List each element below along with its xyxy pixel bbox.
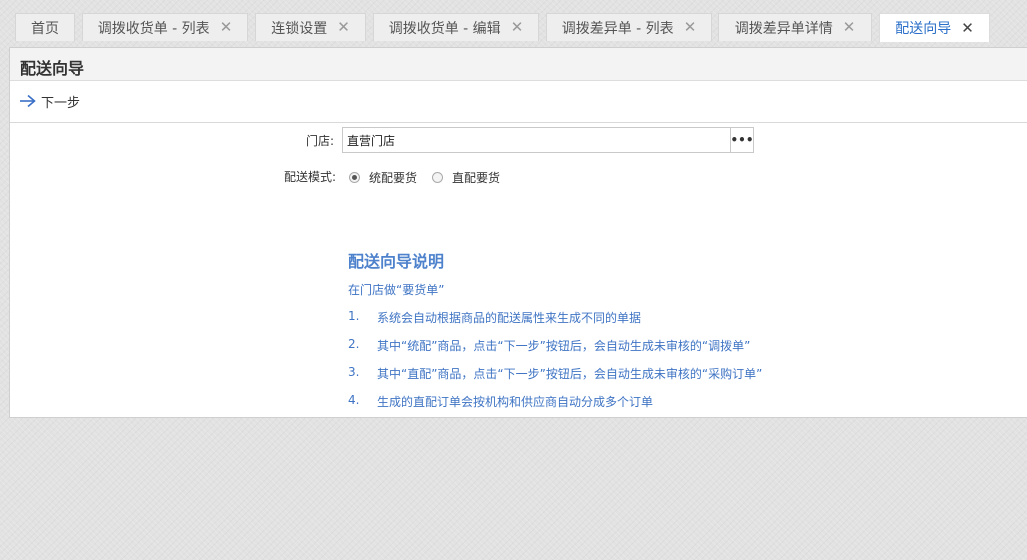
radio-label: 直配要货 [452, 171, 501, 185]
guide-item: 3. 其中“直配”商品，点击“下一步”按钮后，会自动生成未审核的“采购订单” [348, 365, 762, 382]
radio-unchecked-icon [432, 172, 443, 183]
guide-item-text: 其中“直配”商品，点击“下一步”按钮后，会自动生成未审核的“采购订单” [377, 367, 763, 381]
page-title: 配送向导 [20, 59, 85, 78]
tab-home[interactable]: 首页 [15, 13, 75, 41]
close-icon[interactable]: ✕ [843, 20, 856, 35]
radio-direct-delivery[interactable]: 直配要货 [432, 169, 500, 186]
store-label: 门店: [306, 134, 335, 148]
tab-delivery-wizard[interactable]: 配送向导 ✕ [879, 13, 990, 42]
tab-transfer-diff-list[interactable]: 调拨差异单 - 列表 ✕ [546, 13, 712, 41]
tab-label: 首页 [31, 20, 59, 37]
delivery-wizard-panel: 配送向导 下一步 门店: ••• 配送模式: 统配要货 直配要货 配送向导说明 … [9, 47, 1027, 418]
tab-transfer-receipt-edit[interactable]: 调拨收货单 - 编辑 ✕ [373, 13, 539, 41]
tab-label: 调拨收货单 - 编辑 [388, 20, 501, 37]
more-icon: ••• [730, 133, 754, 147]
guide-item-number: 2. [348, 337, 360, 351]
close-icon[interactable]: ✕ [684, 20, 697, 35]
guide-item-text: 系统会自动根据商品的配送属性来生成不同的单据 [377, 311, 642, 325]
radio-label: 统配要货 [369, 171, 418, 185]
panel-header: 配送向导 [10, 48, 1027, 81]
toolbar: 下一步 [10, 81, 1027, 123]
guide-item-number: 4. [348, 393, 360, 407]
store-input[interactable] [342, 127, 731, 153]
tab-label: 调拨差异单 - 列表 [561, 20, 674, 37]
close-icon[interactable]: ✕ [337, 20, 350, 35]
close-icon[interactable]: ✕ [220, 20, 233, 35]
guide-title: 配送向导说明 [348, 252, 445, 271]
guide-item-text: 生成的直配订单会按机构和供应商自动分成多个订单 [377, 395, 654, 409]
guide-item: 1. 系统会自动根据商品的配送属性来生成不同的单据 [348, 309, 641, 326]
guide-item-number: 1. [348, 309, 360, 323]
tab-label: 连锁设置 [271, 20, 328, 37]
guide-item: 2. 其中“统配”商品，点击“下一步”按钮后，会自动生成未审核的“调拨单” [348, 337, 750, 354]
tab-label: 配送向导 [895, 21, 952, 37]
guide-item: 4. 生成的直配订单会按机构和供应商自动分成多个订单 [348, 393, 653, 410]
tab-transfer-diff-detail[interactable]: 调拨差异单详情 ✕ [718, 13, 872, 41]
guide-intro: 在门店做“要货单” [348, 283, 445, 297]
close-icon[interactable]: ✕ [511, 20, 524, 35]
next-step-button[interactable]: 下一步 [19, 91, 80, 111]
radio-unified-delivery[interactable]: 统配要货 [349, 169, 417, 186]
tab-label: 调拨收货单 - 列表 [97, 20, 210, 37]
arrow-right-icon [19, 94, 37, 108]
tab-transfer-receipt-list[interactable]: 调拨收货单 - 列表 ✕ [82, 13, 248, 41]
delivery-mode-label: 配送模式: [284, 170, 337, 184]
tab-bar: 首页 调拨收货单 - 列表 ✕ 连锁设置 ✕ 调拨收货单 - 编辑 ✕ 调拨差异… [0, 0, 1027, 46]
tab-label: 调拨差异单详情 [734, 20, 833, 37]
tab-chain-settings[interactable]: 连锁设置 ✕ [255, 13, 366, 41]
next-step-label: 下一步 [41, 95, 81, 111]
store-picker-button[interactable]: ••• [730, 127, 754, 153]
radio-checked-icon [349, 172, 360, 183]
guide-item-text: 其中“统配”商品，点击“下一步”按钮后，会自动生成未审核的“调拨单” [377, 339, 751, 353]
guide-item-number: 3. [348, 365, 360, 379]
close-icon[interactable]: ✕ [961, 20, 974, 36]
